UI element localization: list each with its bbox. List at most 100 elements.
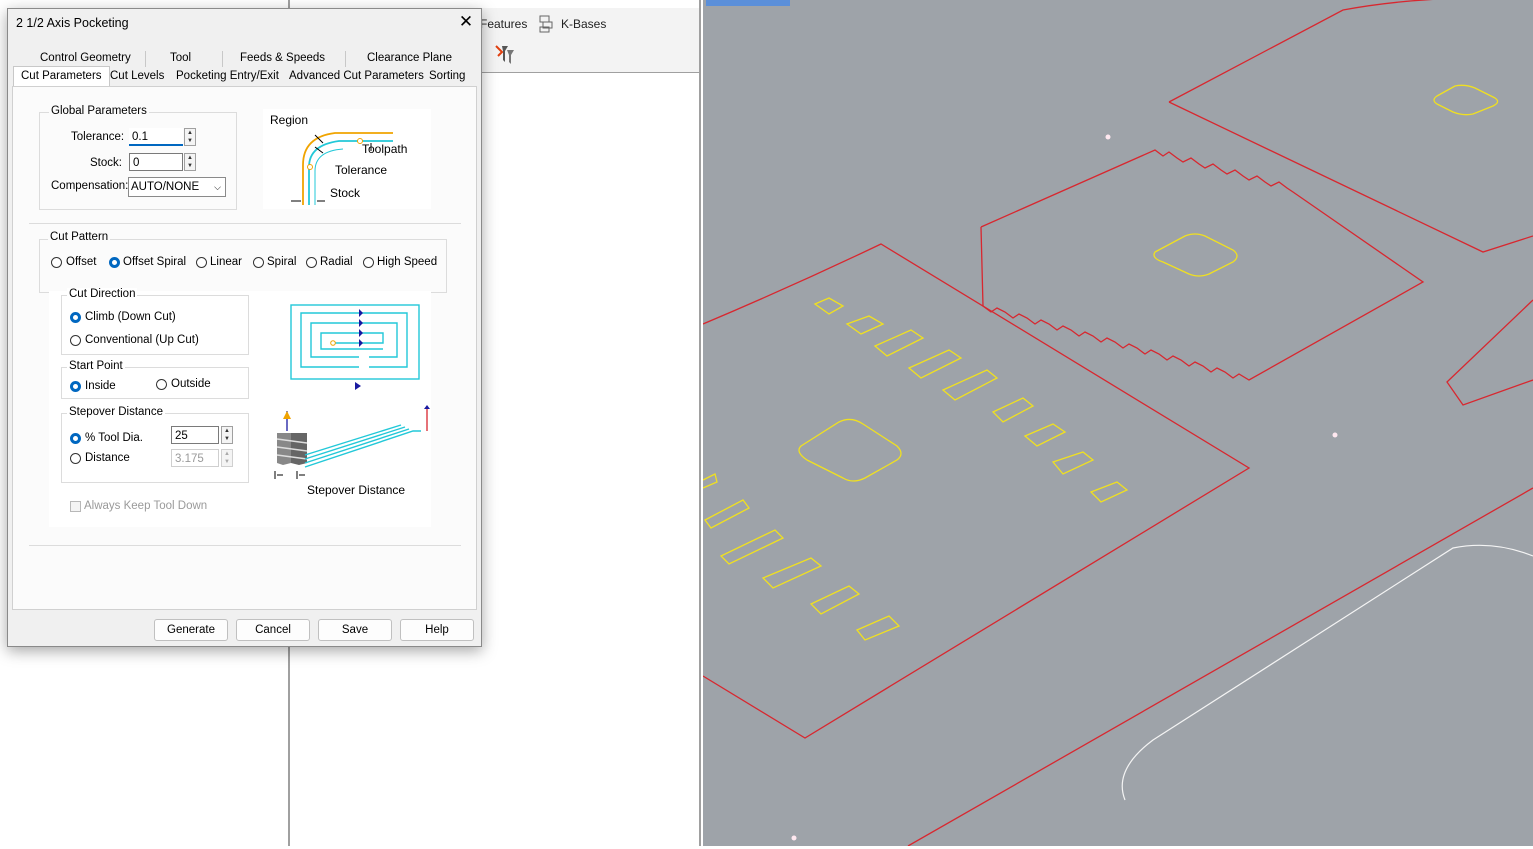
tab-advanced-cut-parameters[interactable]: Advanced Cut Parameters — [289, 70, 424, 82]
conventional-label: Conventional (Up Cut) — [85, 334, 199, 346]
pocket-outline — [798, 418, 902, 482]
tab-separator — [222, 51, 223, 67]
tab-cut-parameters[interactable]: Cut Parameters — [21, 70, 102, 82]
viewport-geometry — [702, 0, 1533, 847]
slot-outline — [761, 557, 823, 589]
start-point-title: Start Point — [67, 360, 125, 372]
cut-parameters-panel: Global Parameters Tolerance: 0.1 ▲ ▼ Stoc… — [12, 86, 477, 610]
slot-outline — [941, 369, 999, 401]
distance-input[interactable]: 3.175 — [171, 449, 219, 467]
pocket-outline — [1153, 233, 1238, 277]
tolerance-label: Tolerance: — [71, 131, 125, 143]
spiral-label: Spiral — [267, 256, 297, 268]
distance-spinner[interactable]: ▲ ▼ — [221, 449, 233, 467]
compensation-label: Compensation: — [51, 180, 129, 192]
point-marker — [1105, 134, 1111, 140]
perspective-viewport[interactable] — [702, 0, 1533, 847]
slot-outline — [719, 529, 785, 565]
divider — [29, 223, 461, 224]
lower-edge — [907, 487, 1533, 847]
chevron-down-icon: ⌵ — [214, 182, 221, 192]
viewport-label-tab[interactable] — [706, 0, 790, 6]
point-marker — [791, 835, 797, 841]
climb-radio[interactable] — [70, 312, 81, 323]
tab-tool[interactable]: Tool — [170, 52, 191, 64]
offset-spiral-radio[interactable] — [109, 257, 120, 268]
high-speed-radio[interactable] — [363, 257, 374, 268]
features-tab[interactable]: Features — [480, 17, 527, 31]
toolpath-filter-icon[interactable] — [494, 42, 518, 66]
tolerance-diagram-label: Tolerance — [335, 163, 388, 177]
slot-outline — [1051, 451, 1095, 475]
slot-outline — [873, 329, 925, 357]
climb-label: Climb (Down Cut) — [85, 311, 176, 323]
slot-outline — [809, 585, 861, 615]
plate-outline — [1168, 0, 1434, 103]
tab-control-geometry[interactable]: Control Geometry — [40, 52, 131, 64]
conventional-radio[interactable] — [70, 335, 81, 346]
plate-outline-2 — [1168, 101, 1533, 253]
tolerance-spinner[interactable]: ▲ ▼ — [184, 128, 196, 146]
stock-input[interactable]: 0 — [129, 153, 183, 171]
inside-radio[interactable] — [70, 381, 81, 392]
offset-radio[interactable] — [51, 257, 62, 268]
tab-separator — [345, 51, 346, 67]
linear-radio[interactable] — [196, 257, 207, 268]
pocket-outline — [1433, 84, 1499, 116]
global-parameters-title: Global Parameters — [49, 105, 149, 117]
tool-dia-label: % Tool Dia. — [85, 432, 143, 444]
tolerance-input[interactable]: 0.1 — [129, 128, 183, 146]
tab-feeds-speeds[interactable]: Feeds & Speeds — [240, 52, 325, 64]
distance-label: Distance — [85, 452, 130, 464]
cancel-button[interactable]: Cancel — [236, 619, 310, 641]
tool-dia-input[interactable]: 25 — [171, 426, 219, 444]
always-keep-tool-down-checkbox[interactable] — [70, 501, 81, 512]
divider — [29, 545, 461, 546]
main-plate-outline — [702, 243, 1251, 739]
spiral-pattern-diagram — [289, 303, 421, 393]
offset-spiral-label: Offset Spiral — [123, 256, 187, 268]
help-button[interactable]: Help — [400, 619, 474, 641]
close-icon[interactable]: ✕ — [457, 13, 475, 31]
stepover-group — [61, 413, 249, 483]
kbases-icon — [538, 15, 554, 33]
inside-label: Inside — [85, 380, 116, 392]
stock-diagram-label: Stock — [330, 186, 361, 200]
radial-radio[interactable] — [306, 257, 317, 268]
cut-direction-title: Cut Direction — [67, 288, 138, 300]
stock-spinner[interactable]: ▲ ▼ — [184, 153, 196, 171]
viewport-splitter[interactable] — [699, 0, 701, 846]
region-label: Region — [270, 113, 309, 127]
spiral-radio[interactable] — [253, 257, 264, 268]
save-button[interactable]: Save — [318, 619, 392, 641]
tab-clearance-plane[interactable]: Clearance Plane — [367, 52, 452, 64]
slot-outline — [855, 615, 901, 641]
slot-outline — [845, 315, 885, 335]
compensation-select[interactable]: AUTO/NONE ⌵ — [128, 177, 226, 197]
stepover-diagram-label: Stepover Distance — [307, 483, 406, 497]
linear-label: Linear — [210, 256, 242, 268]
always-keep-tool-down-label: Always Keep Tool Down — [84, 500, 208, 512]
slot-outline — [991, 397, 1035, 423]
tab-separator — [145, 51, 146, 67]
kbases-tab[interactable]: K-Bases — [561, 17, 606, 31]
stepover-title: Stepover Distance — [67, 406, 165, 418]
distance-radio[interactable] — [70, 453, 81, 464]
pocketing-dialog: 2 1/2 Axis Pocketing ✕ Control Geometry … — [7, 8, 482, 647]
high-speed-label: High Speed — [377, 256, 438, 268]
compensation-value: AUTO/NONE — [131, 181, 200, 193]
slot-outline — [702, 473, 718, 489]
generate-button[interactable]: Generate — [154, 619, 228, 641]
outside-radio[interactable] — [156, 379, 167, 390]
tab-cut-levels[interactable]: Cut Levels — [110, 70, 164, 82]
cut-pattern-title: Cut Pattern — [48, 231, 111, 243]
slot-outline — [1023, 423, 1067, 447]
tool-dia-radio[interactable] — [70, 433, 81, 444]
dialog-title: 2 1/2 Axis Pocketing — [16, 16, 129, 30]
stepover-diagram — [269, 405, 431, 485]
offset-label: Offset — [66, 256, 97, 268]
tab-sorting[interactable]: Sorting — [429, 70, 465, 82]
cut-direction-group — [61, 295, 249, 355]
tool-dia-spinner[interactable]: ▲ ▼ — [221, 426, 233, 444]
tab-pocketing-entry-exit[interactable]: Pocketing Entry/Exit — [176, 70, 279, 82]
